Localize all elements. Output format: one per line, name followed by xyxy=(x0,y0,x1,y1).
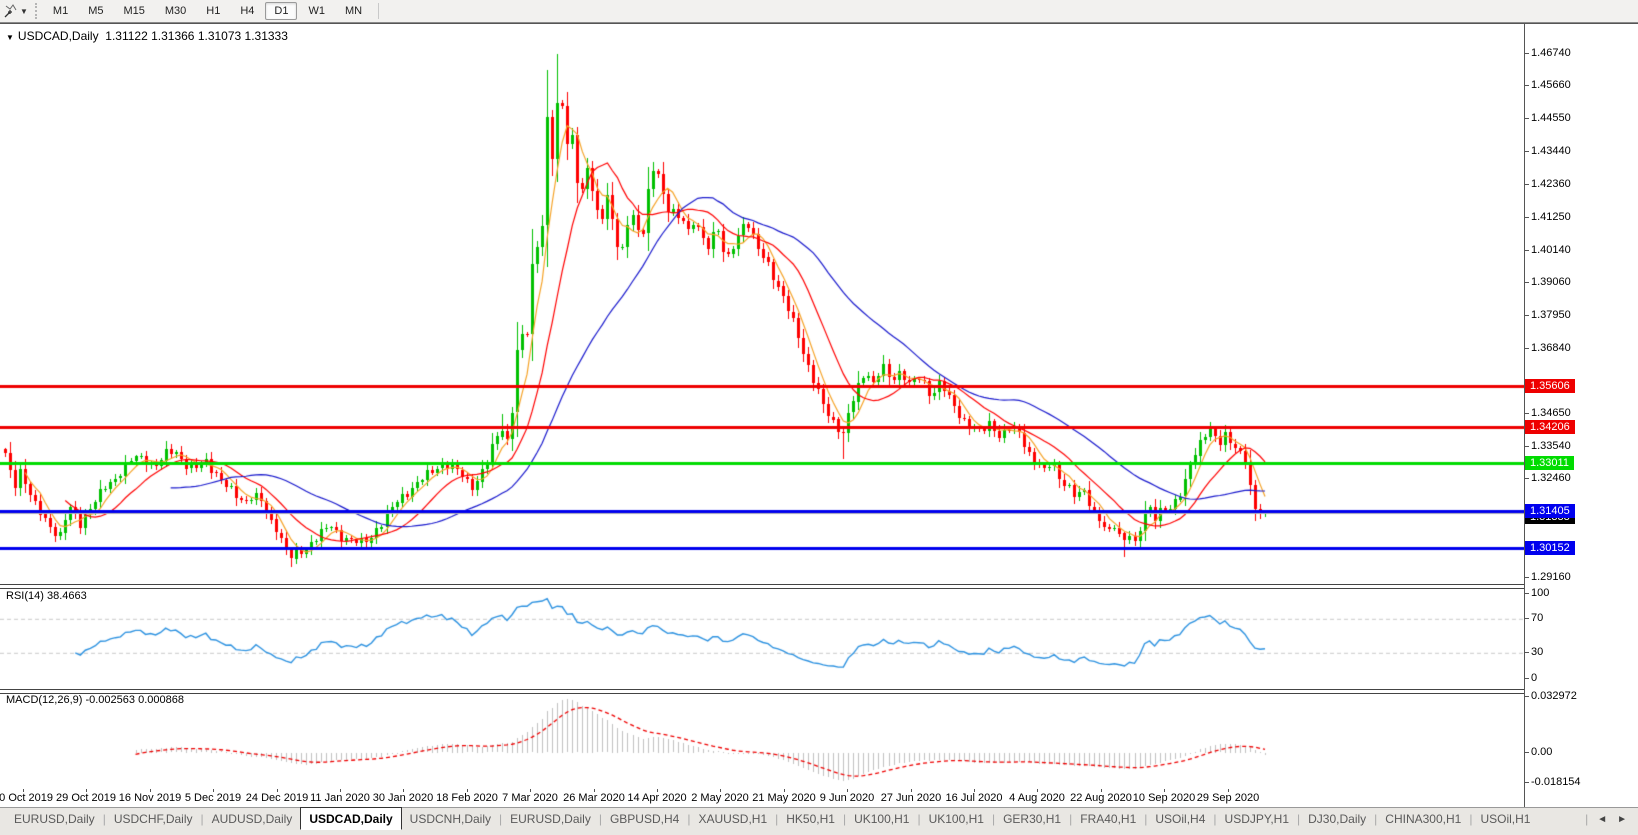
tab-scroll-controls: | ◄► xyxy=(1585,808,1638,826)
rsi-label: RSI(14) 38.4663 xyxy=(6,590,87,602)
chart-tab-fra40-h1[interactable]: FRA40,H1 xyxy=(1072,808,1144,829)
chart-tab-dj30-daily[interactable]: DJ30,Daily xyxy=(1300,808,1374,829)
x-axis-date: 2 May 2020 xyxy=(691,792,748,804)
pane-splitter[interactable] xyxy=(0,584,1638,589)
hline-price-badge: 1.31405 xyxy=(1525,504,1575,518)
y-axis-tick: 1.32460 xyxy=(1531,472,1571,484)
hline-price-badge: 1.30152 xyxy=(1525,541,1575,555)
y-axis-tick: 1.33540 xyxy=(1531,440,1571,452)
x-axis-date: 9 Jun 2020 xyxy=(820,792,874,804)
chart-tab-china300-h1[interactable]: CHINA300,H1 xyxy=(1377,808,1469,829)
x-axis-date: 7 Mar 2020 xyxy=(502,792,558,804)
timeframe-button-mn[interactable]: MN xyxy=(336,2,371,20)
chart-title: ▼ USDCAD,Daily 1.31122 1.31366 1.31073 1.… xyxy=(6,29,288,43)
y-axis-tick: 1.42360 xyxy=(1531,178,1571,190)
chart-tab-usoil-h1[interactable]: USOil,H1 xyxy=(1472,808,1538,829)
chart-tab-hk50-h1[interactable]: HK50,H1 xyxy=(778,808,843,829)
macd-label: MACD(12,26,9) -0.002563 0.000868 xyxy=(6,694,184,706)
timeframe-button-group: M1M5M15M30H1H4D1W1MN xyxy=(43,5,372,17)
chart-tab-usdjpy-h1[interactable]: USDJPY,H1 xyxy=(1217,808,1297,829)
macd-scale-label: -0.018154 xyxy=(1531,776,1581,788)
hline-price-badge: 1.34206 xyxy=(1525,420,1575,434)
toolbar-separator xyxy=(378,3,379,19)
chart-tab-eurusd-daily[interactable]: EURUSD,Daily xyxy=(502,808,599,829)
tool-dropdown-caret-icon[interactable]: ▼ xyxy=(20,7,28,16)
hline-price-badge: 1.33011 xyxy=(1525,456,1574,470)
chart-tab-gbpusd-h4[interactable]: GBPUSD,H4 xyxy=(602,808,687,829)
chart-tab-usdcnh-daily[interactable]: USDCNH,Daily xyxy=(402,808,499,829)
pane-splitter[interactable] xyxy=(0,689,1638,694)
rsi-scale-label: 0 xyxy=(1531,672,1537,684)
price-axis[interactable]: 1.46740 1.45660 1.44550 1.43440 1.42360 1.412… xyxy=(1524,24,1638,807)
y-axis-tick: 1.34650 xyxy=(1531,407,1571,419)
tab-separator: | xyxy=(1585,812,1588,826)
chart-tab-uk100-h1[interactable]: UK100,H1 xyxy=(846,808,917,829)
rsi-scale-label: 30 xyxy=(1531,646,1543,658)
x-axis-date: 29 Oct 2019 xyxy=(56,792,116,804)
timeframe-button-m1[interactable]: M1 xyxy=(44,2,77,20)
macd-scale-label: 0.00 xyxy=(1531,746,1552,758)
rsi-scale-label: 100 xyxy=(1531,587,1549,599)
timeframe-button-h4[interactable]: H4 xyxy=(231,2,263,20)
x-axis-date: 16 Jul 2020 xyxy=(946,792,1003,804)
x-axis-date: 10 Oct 2019 xyxy=(0,792,53,804)
x-axis-date: 16 Nov 2019 xyxy=(119,792,181,804)
x-axis-date: 24 Dec 2019 xyxy=(246,792,308,804)
y-axis-tick: 1.41250 xyxy=(1531,211,1571,223)
chart-tab-audusd-daily[interactable]: AUDUSD,Daily xyxy=(204,808,301,829)
toolbar-grip[interactable] xyxy=(35,3,37,19)
timeframe-button-h1[interactable]: H1 xyxy=(197,2,229,20)
timeframe-button-m30[interactable]: M30 xyxy=(156,2,195,20)
y-axis-tick: 1.45660 xyxy=(1531,79,1571,91)
timeframe-button-d1[interactable]: D1 xyxy=(265,2,297,20)
y-axis-tick: 1.43440 xyxy=(1531,145,1571,157)
chart-symbol-label: USDCAD,Daily xyxy=(18,29,99,43)
x-axis-date: 10 Sep 2020 xyxy=(1133,792,1195,804)
x-axis-date: 4 Aug 2020 xyxy=(1009,792,1065,804)
y-axis-tick: 1.40140 xyxy=(1531,244,1571,256)
x-axis-date: 30 Jan 2020 xyxy=(373,792,434,804)
chart-tab-usoil-h4[interactable]: USOil,H4 xyxy=(1147,808,1213,829)
tab-scroll-left-icon[interactable]: ◄ xyxy=(1592,814,1612,825)
tab-scroll-right-icon[interactable]: ► xyxy=(1612,814,1632,825)
chart-ohlc-values: 1.31122 1.31366 1.31073 1.31333 xyxy=(105,29,288,43)
chart-tab-ger30-h1[interactable]: GER30,H1 xyxy=(995,808,1069,829)
x-axis-date: 18 Feb 2020 xyxy=(436,792,498,804)
x-axis-date: 22 Aug 2020 xyxy=(1070,792,1132,804)
x-axis-date: 11 Jan 2020 xyxy=(310,792,370,804)
y-axis-tick: 1.36840 xyxy=(1531,342,1571,354)
top-toolbar: ▼ M1M5M15M30H1H4D1W1MN xyxy=(0,0,1638,23)
y-axis-tick: 1.46740 xyxy=(1531,47,1571,59)
timeframe-button-m15[interactable]: M15 xyxy=(114,2,153,20)
rsi-indicator-canvas[interactable] xyxy=(0,587,1524,689)
chart-tab-xauusd-h1[interactable]: XAUUSD,H1 xyxy=(690,808,775,829)
y-axis-tick: 1.29160 xyxy=(1531,571,1571,583)
x-axis-date: 14 Apr 2020 xyxy=(627,792,686,804)
x-axis-date: 27 Jun 2020 xyxy=(881,792,942,804)
x-axis-date: 29 Sep 2020 xyxy=(1197,792,1259,804)
x-axis-date: 21 May 2020 xyxy=(752,792,816,804)
chart-tab-usdchf-daily[interactable]: USDCHF,Daily xyxy=(106,808,201,829)
y-axis-tick: 1.37950 xyxy=(1531,309,1571,321)
macd-scale-label: 0.032972 xyxy=(1531,690,1577,702)
chart-tab-uk100-h1[interactable]: UK100,H1 xyxy=(921,808,992,829)
chart-dropdown-icon[interactable]: ▼ xyxy=(6,33,14,42)
chart-tab-usdcad-daily[interactable]: USDCAD,Daily xyxy=(300,807,401,830)
chart-window: ▼ USDCAD,Daily 1.31122 1.31366 1.31073 1.… xyxy=(0,23,1638,807)
price-chart-canvas[interactable] xyxy=(0,24,1524,584)
macd-indicator-canvas[interactable] xyxy=(0,691,1524,789)
chart-tab-eurusd-daily[interactable]: EURUSD,Daily xyxy=(6,808,103,829)
hline-price-badge: 1.35606 xyxy=(1525,379,1575,393)
timeframe-button-w1[interactable]: W1 xyxy=(299,2,334,20)
timeframe-button-m5[interactable]: M5 xyxy=(79,2,112,20)
chart-tab-bar: EURUSD,Daily|USDCHF,Daily|AUDUSD,DailyUS… xyxy=(0,807,1638,835)
x-axis-date: 5 Dec 2019 xyxy=(185,792,241,804)
y-axis-tick: 1.39060 xyxy=(1531,276,1571,288)
y-axis-tick: 1.44550 xyxy=(1531,112,1571,124)
rsi-scale-label: 70 xyxy=(1531,612,1543,624)
crosshair-tool-icon[interactable] xyxy=(2,3,20,19)
x-axis-date: 26 Mar 2020 xyxy=(563,792,625,804)
